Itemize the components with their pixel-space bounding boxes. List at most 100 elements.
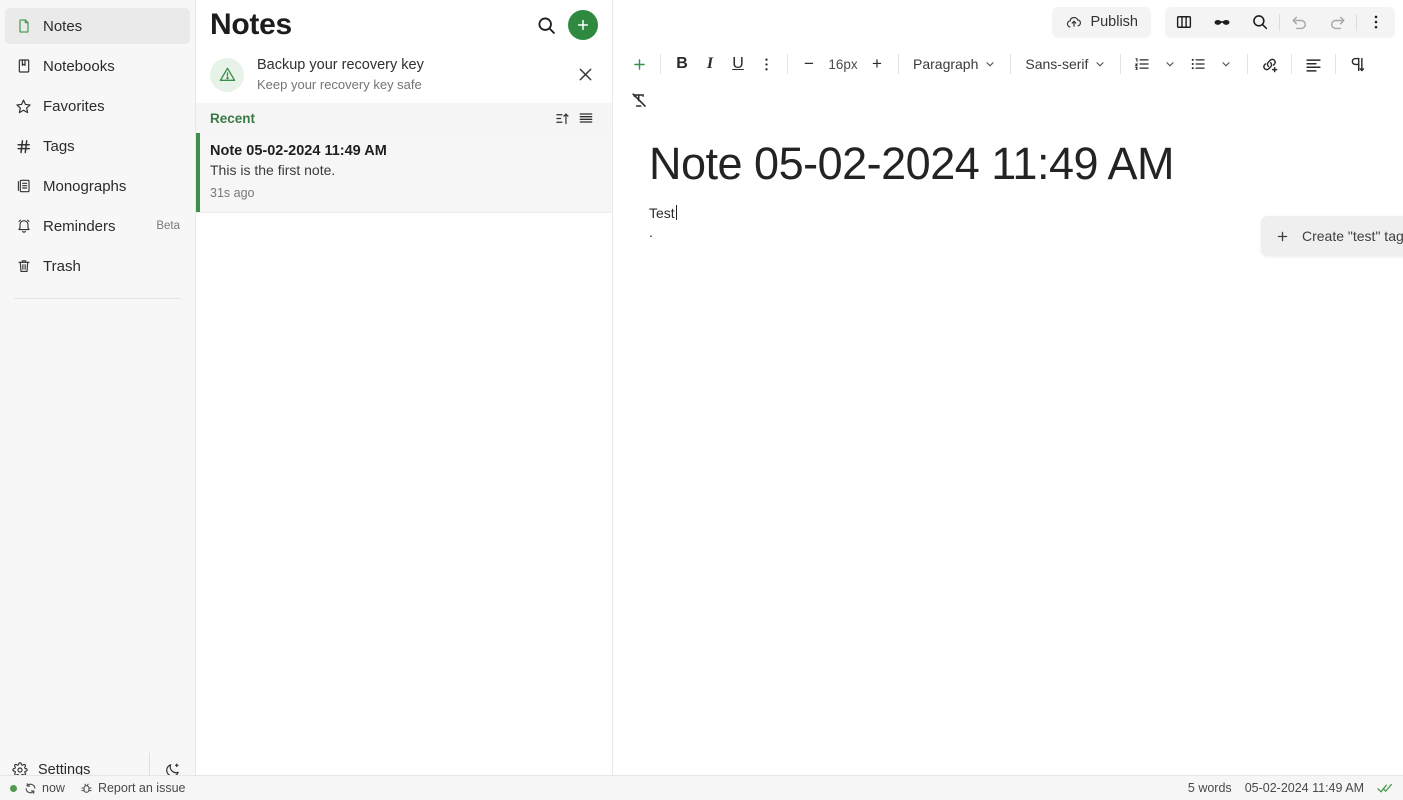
editor-topbar: Publish (613, 0, 1403, 44)
focus-mode-button[interactable] (1203, 7, 1241, 38)
note-item-time: 31s ago (210, 186, 255, 201)
plus-icon (631, 56, 648, 73)
font-size-increase-button[interactable]: + (863, 50, 891, 78)
tag-suggestion-dropdown: Create "test" tag (1261, 216, 1403, 256)
banner-subtitle: Keep your recovery key safe (257, 76, 422, 92)
font-family-select[interactable]: Sans-serif (1018, 56, 1113, 72)
format-more-button[interactable] (752, 50, 780, 78)
panel-layout-icon (1175, 13, 1193, 31)
add-note-button[interactable] (568, 10, 598, 40)
note-list-section-header: Recent (196, 103, 612, 134)
bulleted-list-options-button[interactable] (1212, 50, 1240, 78)
sidebar-item-monographs[interactable]: Monographs (5, 168, 190, 204)
note-body-hidden-line: . (649, 223, 653, 240)
align-left-button[interactable] (1299, 50, 1328, 78)
chevron-down-icon (1220, 58, 1232, 70)
numbered-list-button[interactable] (1128, 50, 1156, 78)
star-icon (15, 98, 32, 115)
sidebar-item-notes[interactable]: Notes (5, 8, 190, 44)
sync-label: now (42, 781, 65, 795)
redo-icon (1328, 13, 1347, 32)
close-icon (576, 65, 595, 84)
editor-panel: Publish B I U − 16px + Paragraph Sans-se… (613, 0, 1403, 800)
toolbar-separator (1335, 54, 1337, 74)
list-view-button[interactable] (574, 107, 598, 129)
warning-triangle-icon (210, 57, 244, 92)
font-size-decrease-button[interactable]: − (795, 50, 823, 78)
block-style-select[interactable]: Paragraph (906, 56, 1003, 72)
monograph-icon (15, 178, 32, 195)
create-tag-label: Create "test" tag (1302, 228, 1403, 244)
format-toolbar-row-1: B I U − 16px + Paragraph Sans-serif (625, 46, 1391, 82)
sync-icon (24, 782, 37, 795)
status-bar: now Report an issue 5 words 05-02-2024 1… (0, 775, 1403, 800)
sidebar-item-notebooks[interactable]: Notebooks (5, 48, 190, 84)
editor-view-actions (1165, 6, 1395, 38)
sidebar-item-tags[interactable]: Tags (5, 128, 190, 164)
publish-button[interactable]: Publish (1052, 6, 1151, 38)
toolbar-separator (787, 54, 788, 74)
kebab-menu-icon (1367, 13, 1385, 31)
editor-search-button[interactable] (1241, 7, 1279, 38)
app-root: Notes Notebooks Favorites Tags Monograph… (0, 0, 1403, 800)
note-body-line[interactable]: Test (649, 202, 1367, 224)
italic-button[interactable]: I (696, 50, 724, 78)
panel-layout-button[interactable] (1165, 7, 1203, 38)
cloud-upload-icon (1065, 13, 1083, 31)
format-toolbar-row-2 (625, 82, 1391, 118)
search-icon (1251, 13, 1269, 31)
note-body-text: Test (649, 204, 675, 221)
hash-icon (15, 138, 32, 155)
text-direction-button[interactable] (1343, 50, 1372, 78)
word-count: 5 words (1187, 781, 1232, 795)
font-size-value: 16px (828, 56, 858, 72)
note-icon (15, 18, 32, 35)
underline-button[interactable]: U (724, 50, 752, 78)
clear-formatting-button[interactable] (625, 86, 654, 114)
chevron-down-icon (1094, 58, 1106, 70)
banner-close-button[interactable] (572, 62, 598, 88)
report-issue-button[interactable]: Report an issue (80, 781, 186, 795)
toolbar-separator (660, 54, 661, 74)
note-timestamp: 05-02-2024 11:49 AM (1244, 781, 1364, 795)
kebab-menu-icon (758, 56, 775, 73)
note-list-item[interactable]: Note 05-02-2024 11:49 AM This is the fir… (196, 133, 612, 214)
banner-text: Backup your recovery key Keep your recov… (257, 56, 559, 93)
bold-button[interactable]: B (668, 50, 696, 78)
publish-label: Publish (1090, 14, 1138, 30)
clear-formatting-icon (630, 91, 649, 110)
sidebar-item-label: Monographs (43, 177, 127, 195)
text-caret (675, 205, 677, 221)
recovery-key-banner[interactable]: Backup your recovery key Keep your recov… (196, 48, 612, 103)
bulleted-list-button[interactable] (1184, 50, 1212, 78)
report-issue-label: Report an issue (97, 781, 186, 795)
block-style-label: Paragraph (913, 56, 979, 72)
sidebar-item-trash[interactable]: Trash (5, 248, 190, 284)
sidebar-item-badge: Beta (156, 220, 180, 232)
search-icon (536, 15, 557, 36)
sort-button[interactable] (550, 107, 574, 129)
plus-icon (575, 17, 591, 33)
section-label: Recent (210, 110, 256, 126)
note-list-panel: Notes Backup your recovery key Keep your… (196, 0, 613, 800)
sidebar-item-label: Notebooks (43, 57, 115, 75)
add-link-button[interactable] (1255, 50, 1284, 78)
insert-block-button[interactable] (625, 50, 653, 78)
sync-status[interactable]: now (24, 781, 65, 795)
sidebar-item-reminders[interactable]: Reminders Beta (5, 208, 190, 244)
note-title[interactable]: Note 05-02-2024 11:49 AM (613, 138, 1403, 190)
numbered-list-options-button[interactable] (1156, 50, 1184, 78)
sidebar-item-favorites[interactable]: Favorites (5, 88, 190, 124)
trash-icon (15, 258, 32, 275)
create-tag-option[interactable]: Create "test" tag (1267, 223, 1403, 249)
sidebar-item-label: Favorites (43, 97, 105, 115)
redo-button[interactable] (1318, 7, 1356, 38)
numbered-list-icon (1133, 55, 1151, 73)
note-item-title: Note 05-02-2024 11:49 AM (210, 143, 387, 160)
undo-button[interactable] (1280, 7, 1318, 38)
list-view-icon (578, 110, 594, 126)
search-notes-button[interactable] (530, 9, 562, 41)
bulleted-list-icon (1189, 55, 1207, 73)
undo-icon (1290, 13, 1309, 32)
editor-more-button[interactable] (1357, 7, 1395, 38)
